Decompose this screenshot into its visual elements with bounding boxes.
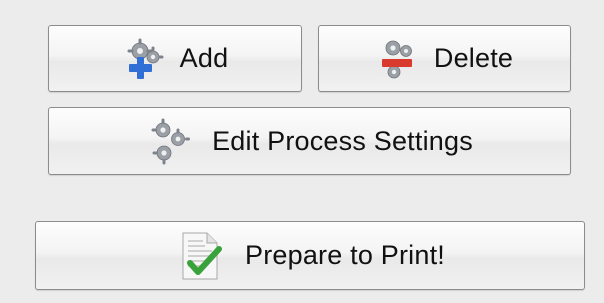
- gears-add-icon: [122, 36, 168, 82]
- delete-button[interactable]: Delete: [318, 25, 571, 92]
- gears-delete-icon: [376, 36, 422, 82]
- delete-button-label: Delete: [433, 43, 514, 73]
- prepare-to-print-button[interactable]: Prepare to Print!: [35, 221, 585, 290]
- add-button[interactable]: Add: [48, 25, 302, 92]
- add-button-label: Add: [179, 43, 229, 73]
- prepare-to-print-label: Prepare to Print!: [245, 240, 445, 270]
- edit-process-settings-button[interactable]: Edit Process Settings: [48, 107, 571, 175]
- edit-process-settings-label: Edit Process Settings: [212, 125, 473, 156]
- document-checkmark-icon: [175, 229, 225, 283]
- process-panel: Add Delete Edit Process Settings Prepare…: [0, 0, 604, 303]
- gears-icon: [146, 117, 194, 165]
